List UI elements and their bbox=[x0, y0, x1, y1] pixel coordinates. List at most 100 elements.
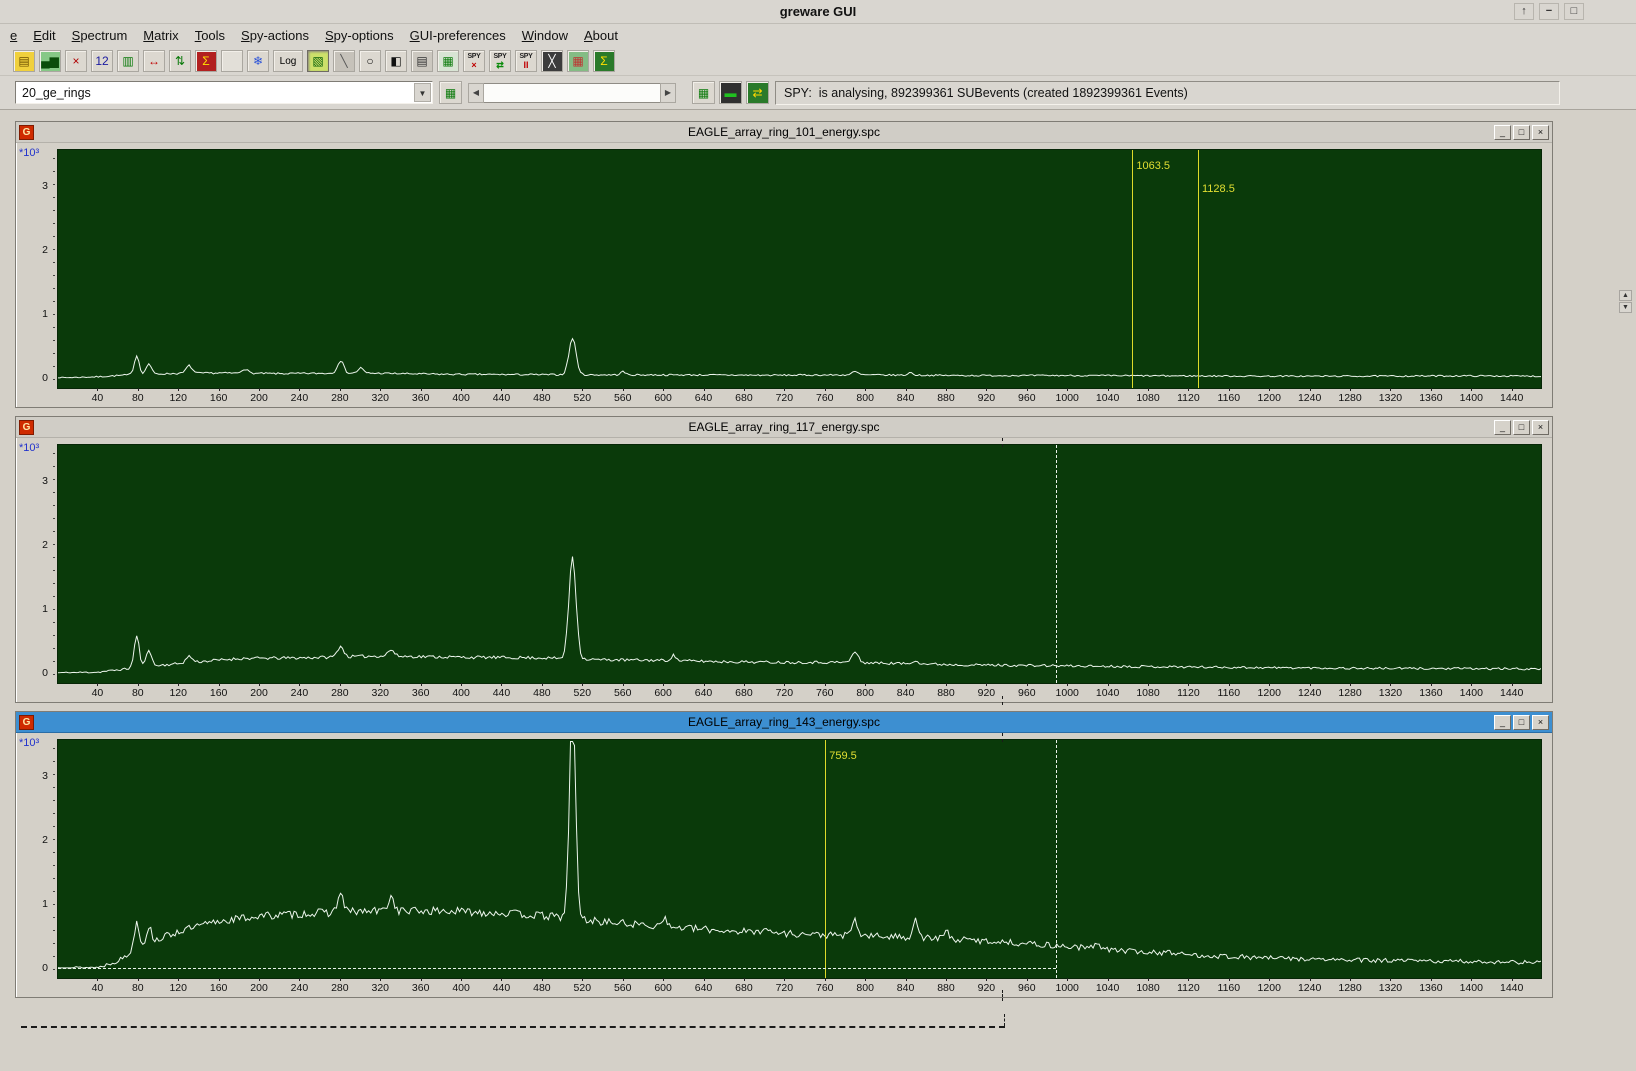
x-tick-label: 1120 bbox=[1171, 683, 1205, 699]
log-scale-button[interactable]: Log bbox=[273, 50, 303, 72]
scroll-right-button[interactable]: ▶ bbox=[660, 82, 676, 103]
maximize-button[interactable]: □ bbox=[1513, 419, 1530, 435]
x-tick-label: 400 bbox=[444, 978, 478, 994]
combo-edit-button[interactable]: ▦ bbox=[439, 81, 462, 104]
clear-matrix-icon[interactable]: ╳ bbox=[541, 50, 563, 72]
minimize-button[interactable]: _ bbox=[1494, 124, 1511, 140]
x-tick-label: 400 bbox=[444, 683, 478, 699]
overlay-mode-icon[interactable]: ▧ bbox=[307, 50, 329, 72]
menu-item-edit[interactable]: Edit bbox=[25, 26, 63, 45]
x-tick-label: 1240 bbox=[1293, 388, 1327, 404]
spy-stop-icon-sub-glyph: × bbox=[471, 59, 477, 70]
spy-start-icon[interactable]: SPY ⇄ bbox=[489, 50, 511, 72]
close-button[interactable]: × bbox=[1532, 419, 1549, 435]
crosshair-tick bbox=[1002, 733, 1003, 742]
x-tick-label: 800 bbox=[848, 388, 882, 404]
shift-spectrum-icon[interactable]: ⇅ bbox=[169, 50, 191, 72]
print-icon[interactable]: ▤ bbox=[411, 50, 433, 72]
menu-item-gui-preferences[interactable]: GUI-preferences bbox=[402, 26, 514, 45]
menu-item-spectrum[interactable]: Spectrum bbox=[64, 26, 136, 45]
calibration-icon[interactable]: 12 bbox=[91, 50, 113, 72]
x-tick-label: 600 bbox=[646, 978, 680, 994]
sum-region-icon[interactable]: Σ bbox=[195, 50, 217, 72]
spectrum-window-2: G EAGLE_array_ring_117_energy.spc _ □ × *1… bbox=[15, 416, 1553, 703]
close-button[interactable]: × bbox=[1532, 714, 1549, 730]
scrollbar-track[interactable] bbox=[484, 82, 660, 103]
window-titlebar[interactable]: G EAGLE_array_ring_143_energy.spc _ □ × bbox=[16, 712, 1552, 733]
maximize-button[interactable]: □ bbox=[1513, 714, 1530, 730]
control-row: 20_ge_rings ▼ ▦ ◀ ▶ ▦ ▬ ⇄ SPY: is analysin… bbox=[0, 76, 1636, 110]
menu-item-e[interactable]: e bbox=[2, 26, 25, 45]
menu-item-about[interactable]: About bbox=[576, 26, 626, 45]
chevron-down-icon[interactable]: ▼ bbox=[414, 83, 431, 102]
minimize-button[interactable]: − bbox=[1539, 3, 1559, 20]
spy-pause-icon[interactable]: SPY II bbox=[515, 50, 537, 72]
window-titlebar[interactable]: G EAGLE_array_ring_117_energy.spc _ □ × bbox=[16, 417, 1552, 438]
x-tick-label: 80 bbox=[121, 978, 155, 994]
window-titlebar[interactable]: G EAGLE_array_ring_101_energy.spc _ □ × bbox=[16, 122, 1552, 143]
x-tick-label: 1440 bbox=[1495, 683, 1529, 699]
delete-spectrum-icon[interactable]: × bbox=[65, 50, 87, 72]
spectrum-combo[interactable]: 20_ge_rings ▼ bbox=[15, 81, 433, 104]
y-tick-label: 0 bbox=[42, 962, 48, 974]
freeze-display-icon[interactable]: ❄ bbox=[247, 50, 269, 72]
spectrum-window-3: G EAGLE_array_ring_143_energy.spc _ □ × *1… bbox=[15, 711, 1553, 998]
x-tick-label: 280 bbox=[323, 683, 357, 699]
plot-area[interactable]: 759.5 bbox=[57, 739, 1542, 979]
scroll-left-button[interactable]: ◀ bbox=[468, 82, 484, 103]
invert-contrast-icon[interactable]: ◧ bbox=[385, 50, 407, 72]
x-tick-label: 1160 bbox=[1212, 388, 1246, 404]
menu-item-tools[interactable]: Tools bbox=[187, 26, 233, 45]
x-tick-label: 240 bbox=[282, 978, 316, 994]
spy-stop-icon[interactable]: SPY × bbox=[463, 50, 485, 72]
app-titlebar[interactable]: greware GUI ↑ − □ bbox=[0, 0, 1636, 24]
plot-area[interactable] bbox=[57, 444, 1542, 684]
open-spectrum-icon[interactable]: ▤ bbox=[13, 50, 35, 72]
blank-icon[interactable] bbox=[221, 50, 243, 72]
single-window-button[interactable]: ▬ bbox=[719, 81, 742, 104]
y-tick-label: 3 bbox=[42, 770, 48, 782]
x-tick-label: 800 bbox=[848, 683, 882, 699]
zoom-icon[interactable]: ○ bbox=[359, 50, 381, 72]
clear-matrix-icon-glyph: ╳ bbox=[548, 53, 556, 68]
sum-all-icon[interactable]: Σ bbox=[593, 50, 615, 72]
scroll-up-arrow[interactable]: ▲ bbox=[1619, 290, 1632, 301]
background-line-icon[interactable]: ╲ bbox=[333, 50, 355, 72]
x-tick-label: 720 bbox=[767, 683, 801, 699]
x-tick-label: 280 bbox=[323, 978, 357, 994]
x-tick-label: 960 bbox=[1010, 683, 1044, 699]
expand-x-icon[interactable]: ↔ bbox=[143, 50, 165, 72]
x-axis: 40 80 120 160 200 240 280 320 360 400 440 480 520 560… bbox=[16, 388, 1552, 407]
x-tick-label: 1400 bbox=[1454, 388, 1488, 404]
maximize-button[interactable]: □ bbox=[1564, 3, 1584, 20]
x-tick-label: 1200 bbox=[1252, 978, 1286, 994]
close-button[interactable]: × bbox=[1532, 124, 1549, 140]
spectrum-scrollbar[interactable]: ◀ ▶ bbox=[468, 82, 676, 103]
plot-area[interactable]: 1063.5 1128.5 bbox=[57, 149, 1542, 389]
print-icon-glyph: ▤ bbox=[416, 53, 428, 68]
minimize-button[interactable]: _ bbox=[1494, 419, 1511, 435]
window-menu-icon[interactable]: G bbox=[19, 714, 34, 730]
menu-item-spy-options[interactable]: Spy-options bbox=[317, 26, 402, 45]
window-menu-icon[interactable]: G bbox=[19, 124, 34, 140]
menu-item-window[interactable]: Window bbox=[514, 26, 576, 45]
scroll-down-arrow[interactable]: ▼ bbox=[1619, 302, 1632, 313]
spectrum-trace bbox=[58, 556, 1541, 674]
multi-spectra-icon[interactable]: ▥ bbox=[117, 50, 139, 72]
x-tick-label: 40 bbox=[80, 683, 114, 699]
menu-item-spy-actions[interactable]: Spy-actions bbox=[233, 26, 317, 45]
matrix-display-icon[interactable]: ▦ bbox=[567, 50, 589, 72]
shade-button[interactable]: ↑ bbox=[1514, 3, 1534, 20]
x-tick-label: 1040 bbox=[1091, 978, 1125, 994]
display-spectrum-icon[interactable]: ▄▆ bbox=[39, 50, 61, 72]
menu-item-matrix[interactable]: Matrix bbox=[135, 26, 186, 45]
x-tick-label: 1080 bbox=[1131, 978, 1165, 994]
tile-windows-button[interactable]: ▦ bbox=[692, 81, 715, 104]
spreadsheet-icon[interactable]: ▦ bbox=[437, 50, 459, 72]
x-tick-label: 920 bbox=[969, 978, 1003, 994]
minimize-button[interactable]: _ bbox=[1494, 714, 1511, 730]
swap-windows-button[interactable]: ⇄ bbox=[746, 81, 769, 104]
window-menu-icon[interactable]: G bbox=[19, 419, 34, 435]
maximize-button[interactable]: □ bbox=[1513, 124, 1530, 140]
x-tick-label: 1440 bbox=[1495, 978, 1529, 994]
